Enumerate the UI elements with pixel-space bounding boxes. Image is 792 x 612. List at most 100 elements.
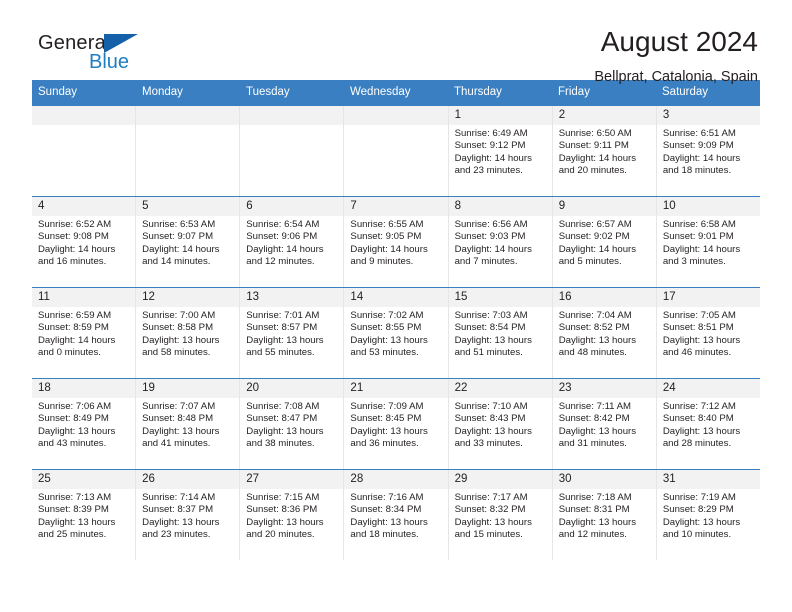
calendar-week-row: 1 Sunrise: 6:49 AM Sunset: 9:12 PM Daylight… [32,106,760,196]
calendar-day-cell[interactable]: 10 Sunrise: 6:58 AM Sunset: 9:01 PM Dayligh… [656,197,760,287]
calendar-day-cell[interactable]: 17 Sunrise: 7:05 AM Sunset: 8:51 PM Dayligh… [656,288,760,378]
day-number: 31 [656,470,760,489]
calendar-day-cell[interactable]: 20 Sunrise: 7:08 AM Sunset: 8:47 PM Dayligh… [240,379,345,469]
day-info-line: and 5 minutes. [558,256,622,268]
day-info-line: Sunset: 8:55 PM [350,322,422,334]
calendar-day-cell[interactable]: 31 Sunrise: 7:19 AM Sunset: 8:29 PM Dayligh… [656,470,760,560]
day-info-line: Sunset: 9:12 PM [454,140,526,152]
calendar-day-cell[interactable]: 26 Sunrise: 7:14 AM Sunset: 8:37 PM Dayligh… [136,470,241,560]
calendar-day-cell[interactable]: 23 Sunrise: 7:11 AM Sunset: 8:42 PM Dayligh… [552,379,657,469]
day-info-line: Sunset: 8:58 PM [142,322,214,334]
calendar-day-cell[interactable]: 21 Sunrise: 7:09 AM Sunset: 8:45 PM Dayligh… [344,379,449,469]
day-info-line: Daylight: 14 hours [38,334,116,346]
calendar-day-cell[interactable]: 29 Sunrise: 7:17 AM Sunset: 8:32 PM Dayligh… [448,470,553,560]
calendar-day-cell[interactable]: 8 Sunrise: 6:56 AM Sunset: 9:03 PM Daylight… [448,197,553,287]
day-number: 28 [344,470,448,489]
calendar-day-cell[interactable]: 9 Sunrise: 6:57 AM Sunset: 9:02 PM Daylight… [552,197,657,287]
general-blue-logo[interactable]: General Blue [32,26,172,78]
day-number: 17 [656,288,760,307]
calendar-day-cell[interactable]: 5 Sunrise: 6:53 AM Sunset: 9:07 PM Daylight… [136,197,241,287]
day-info-line: Sunrise: 7:09 AM [350,401,424,412]
day-number: 7 [344,197,448,216]
day-info-line: Daylight: 13 hours [662,334,741,346]
day-info-line: and 7 minutes. [454,256,518,268]
calendar-week-row: 25 Sunrise: 7:13 AM Sunset: 8:39 PM Dayligh… [32,469,760,560]
calendar-empty-cell [32,106,137,196]
dow-tuesday: Tuesday [246,86,290,98]
day-number [344,106,448,125]
day-number: 18 [32,379,136,398]
day-info-line: Daylight: 13 hours [558,516,637,528]
day-sun-info: Sunrise: 6:57 AM Sunset: 9:02 PM Daylight:… [553,216,656,269]
calendar-day-cell[interactable]: 24 Sunrise: 7:12 AM Sunset: 8:40 PM Dayligh… [656,379,760,469]
calendar-day-cell[interactable]: 11 Sunrise: 6:59 AM Sunset: 8:59 PM Dayligh… [32,288,137,378]
day-of-week-header-row: Sunday Monday Tuesday Wednesday Thursday… [32,80,760,106]
day-info-line: Sunrise: 7:10 AM [454,401,528,412]
day-sun-info: Sunrise: 6:59 AM Sunset: 8:59 PM Daylight:… [32,307,135,360]
day-info-line: Sunset: 8:59 PM [38,322,109,334]
day-info-line: Sunrise: 6:58 AM [662,219,736,230]
day-info-line: and 25 minutes. [38,529,107,541]
day-sun-info: Sunrise: 6:58 AM Sunset: 9:01 PM Daylight:… [657,216,760,269]
calendar-day-cell[interactable]: 7 Sunrise: 6:55 AM Sunset: 9:05 PM Daylight… [344,197,449,287]
calendar-day-cell[interactable]: 2 Sunrise: 6:50 AM Sunset: 9:11 PM Daylight… [552,106,657,196]
calendar-day-cell[interactable]: 13 Sunrise: 7:01 AM Sunset: 8:57 PM Dayligh… [240,288,345,378]
day-sun-info: Sunrise: 7:10 AM Sunset: 8:43 PM Daylight:… [449,398,552,451]
day-info-line: Sunset: 8:40 PM [662,413,734,425]
day-info-line: and 28 minutes. [662,438,732,450]
day-number: 6 [240,197,344,216]
day-sun-info: Sunrise: 7:03 AM Sunset: 8:54 PM Daylight:… [449,307,552,360]
day-number: 26 [136,470,240,489]
day-number: 21 [344,379,448,398]
day-sun-info: Sunrise: 7:04 AM Sunset: 8:52 PM Daylight:… [553,307,656,360]
calendar-day-cell[interactable]: 18 Sunrise: 7:06 AM Sunset: 8:49 PM Dayligh… [32,379,137,469]
calendar-day-cell[interactable]: 6 Sunrise: 6:54 AM Sunset: 9:06 PM Daylight… [240,197,345,287]
calendar-day-cell[interactable]: 30 Sunrise: 7:18 AM Sunset: 8:31 PM Dayligh… [552,470,657,560]
calendar-day-cell[interactable]: 1 Sunrise: 6:49 AM Sunset: 9:12 PM Daylight… [448,106,553,196]
day-info-line: Sunset: 8:39 PM [38,504,109,516]
day-info-line: Sunset: 9:06 PM [246,231,318,243]
calendar-day-cell[interactable]: 16 Sunrise: 7:04 AM Sunset: 8:52 PM Dayligh… [552,288,657,378]
day-info-line: Daylight: 14 hours [38,243,116,255]
day-info-line: Sunrise: 7:06 AM [38,401,112,412]
calendar-day-cell[interactable]: 14 Sunrise: 7:02 AM Sunset: 8:55 PM Dayligh… [344,288,449,378]
day-info-line: and 9 minutes. [350,256,414,268]
day-sun-info: Sunrise: 6:52 AM Sunset: 9:08 PM Daylight:… [32,216,135,269]
day-number: 11 [32,288,136,307]
calendar-day-cell[interactable]: 25 Sunrise: 7:13 AM Sunset: 8:39 PM Dayligh… [32,470,137,560]
calendar-day-cell[interactable]: 19 Sunrise: 7:07 AM Sunset: 8:48 PM Dayligh… [136,379,241,469]
calendar-day-cell[interactable]: 4 Sunrise: 6:52 AM Sunset: 9:08 PM Daylight… [32,197,137,287]
calendar-day-cell[interactable]: 28 Sunrise: 7:16 AM Sunset: 8:34 PM Dayligh… [344,470,449,560]
day-info-line: Sunrise: 6:59 AM [38,310,112,321]
day-info-line: and 41 minutes. [142,438,211,450]
day-sun-info: Sunrise: 7:05 AM Sunset: 8:51 PM Daylight:… [657,307,760,360]
dow-monday: Monday [142,86,183,98]
day-info-line: Sunset: 8:32 PM [454,504,526,516]
calendar-day-cell[interactable]: 12 Sunrise: 7:00 AM Sunset: 8:58 PM Dayligh… [136,288,241,378]
calendar-day-cell[interactable]: 15 Sunrise: 7:03 AM Sunset: 8:54 PM Dayligh… [448,288,553,378]
day-sun-info: Sunrise: 7:15 AM Sunset: 8:36 PM Daylight:… [240,489,343,542]
calendar-day-cell[interactable]: 27 Sunrise: 7:15 AM Sunset: 8:36 PM Dayligh… [240,470,345,560]
calendar-day-cell[interactable]: 3 Sunrise: 6:51 AM Sunset: 9:09 PM Daylight… [656,106,760,196]
calendar-day-cell[interactable]: 22 Sunrise: 7:10 AM Sunset: 8:43 PM Dayligh… [448,379,553,469]
day-info-line: Sunset: 9:09 PM [662,140,734,152]
day-info-line: and 53 minutes. [350,347,419,359]
dow-thursday: Thursday [454,86,502,98]
dow-saturday: Saturday [662,86,709,98]
day-info-line: Daylight: 13 hours [246,425,324,437]
page-title: August 2024 [600,26,758,57]
day-info-line: and 43 minutes. [38,438,107,450]
day-info-line: Daylight: 14 hours [662,152,741,164]
day-info-line: Daylight: 13 hours [38,425,116,437]
day-info-line: Daylight: 13 hours [662,425,741,437]
day-info-line: and 14 minutes. [142,256,211,268]
day-info-line: Daylight: 14 hours [454,152,532,164]
day-info-line: Sunrise: 6:57 AM [558,219,632,230]
day-number: 1 [448,106,552,125]
day-sun-info: Sunrise: 7:00 AM Sunset: 8:58 PM Daylight:… [136,307,239,360]
day-sun-info: Sunrise: 6:49 AM Sunset: 9:12 PM Daylight:… [449,125,552,178]
day-sun-info: Sunrise: 7:19 AM Sunset: 8:29 PM Daylight:… [657,489,760,542]
day-info-line: Sunset: 8:51 PM [662,322,734,334]
day-info-line: Sunrise: 7:07 AM [142,401,216,412]
calendar-grid: Sunday Monday Tuesday Wednesday Thursday… [32,80,760,560]
